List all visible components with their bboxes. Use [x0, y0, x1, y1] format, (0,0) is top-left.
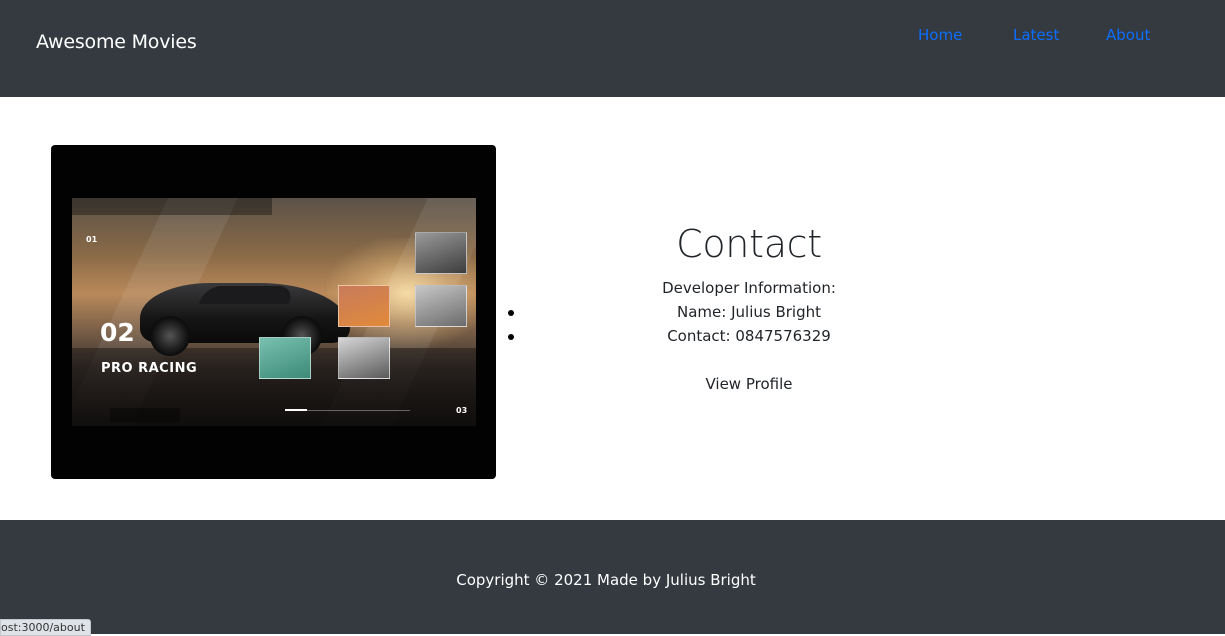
bullet-icon [508, 334, 514, 340]
racing-car-image: 01 02 PRO RACING 03 [72, 198, 476, 426]
car-window [198, 286, 296, 304]
progress-fill [285, 409, 307, 411]
contact-title: Contact [676, 222, 822, 266]
wheel-icon [150, 316, 190, 356]
slide-title: PRO RACING [101, 361, 198, 376]
browser-status-bar: ost:3000/about [0, 619, 91, 636]
thumbnail [338, 337, 390, 379]
nav-link-about[interactable]: About [1106, 26, 1150, 44]
developer-contact: Contact: 0847576329 [667, 327, 831, 345]
nav-link-home[interactable]: Home [918, 26, 962, 44]
bullet-icon [508, 310, 514, 316]
top-navbar: Awesome Movies Home Latest About [0, 0, 1225, 97]
nav-link-latest[interactable]: Latest [1013, 26, 1059, 44]
developer-info-label: Developer Information: [662, 279, 836, 297]
developer-name: Name: Julius Bright [677, 303, 821, 321]
thumbnail [415, 232, 467, 274]
thumbnail [259, 337, 311, 379]
copyright-text: Copyright © 2021 Made by Julius Bright [456, 571, 756, 589]
hud-bottom-bar [110, 408, 180, 422]
footer: Copyright © 2021 Made by Julius Bright [0, 520, 1225, 634]
thumbnail [338, 285, 390, 327]
slide-number: 02 [100, 318, 135, 347]
brand-link[interactable]: Awesome Movies [36, 31, 197, 53]
slide-index-bottom: 03 [456, 406, 468, 415]
thumbnail [415, 285, 467, 327]
hero-image-frame: 01 02 PRO RACING 03 [51, 145, 496, 479]
slide-index-top: 01 [86, 235, 98, 244]
hud-top-bar [72, 198, 272, 215]
view-profile-link[interactable]: View Profile [575, 375, 923, 393]
